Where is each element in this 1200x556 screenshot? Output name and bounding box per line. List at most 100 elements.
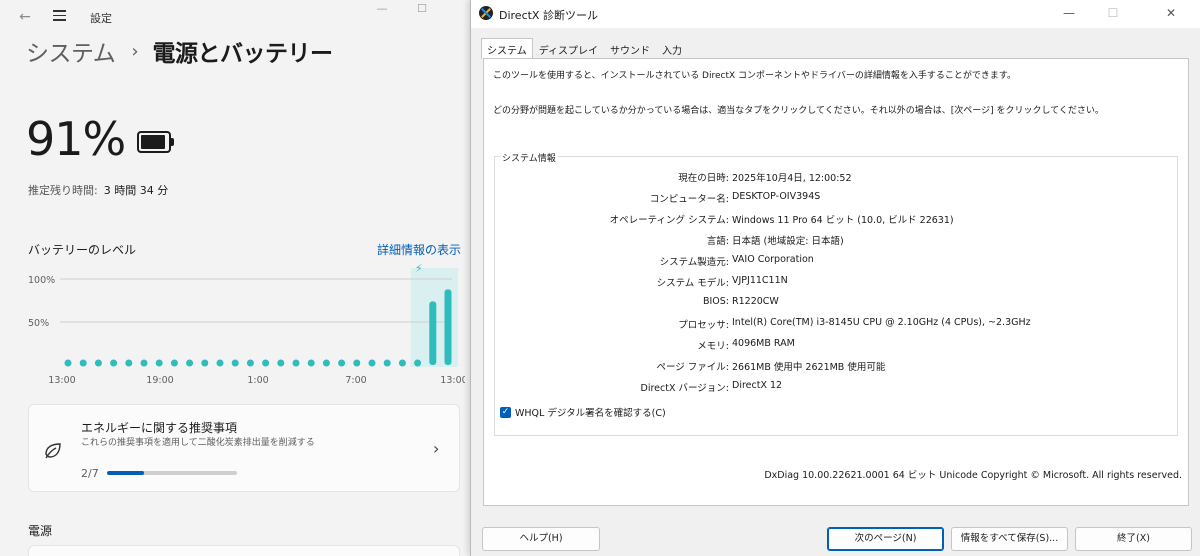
info-row-page-file: ページ ファイル: 2661MB 使用中 2621MB 使用可能 <box>495 359 1179 373</box>
settings-titlebar: ← 設定 — ☐ <box>0 0 470 34</box>
info-label: プロセッサ: <box>678 320 729 331</box>
y-tick-label: 100% <box>28 275 55 286</box>
directx-icon <box>479 6 493 20</box>
power-card[interactable] <box>28 545 460 556</box>
dx-maximize-icon: ☐ <box>1107 6 1119 20</box>
remaining-time: 推定残り時間: 3 時間 34 分 <box>28 182 168 198</box>
info-value: DESKTOP-OIV394S <box>732 191 821 202</box>
x-tick-label: 19:00 <box>146 375 173 386</box>
battery-dot <box>64 359 72 367</box>
battery-dot <box>186 359 194 367</box>
battery-percentage: 91% <box>26 112 126 166</box>
info-value: Intel(R) Core(TM) i3-8145U CPU @ 2.10GHz… <box>732 317 1031 328</box>
battery-dot <box>216 359 224 367</box>
recommend-subtitle: これらの推奨事項を適用して二酸化炭素排出量を削減する <box>81 438 315 448</box>
battery-dot <box>79 359 87 367</box>
info-row-bios: BIOS: R1220CW <box>495 296 1179 310</box>
recommend-progress-text: 2/7 <box>81 467 99 480</box>
info-row-os: オペレーティング システム: Windows 11 Pro 64 ビット (10.… <box>495 212 1179 226</box>
tab-system[interactable]: システム <box>481 38 533 59</box>
tab-display[interactable]: ディスプレイ <box>533 38 604 58</box>
maximize-icon[interactable]: ☐ <box>400 0 444 22</box>
info-row-processor: プロセッサ: Intel(R) Core(TM) i3-8145U CPU @ 2… <box>495 317 1179 331</box>
y-tick-label: 50% <box>28 318 49 329</box>
whql-checkbox[interactable]: ✓ <box>500 406 511 418</box>
breadcrumb-separator: › <box>131 40 139 62</box>
remaining-time-value: 3 時間 34 分 <box>103 184 169 197</box>
info-label: システム モデル: <box>656 278 729 289</box>
whql-checkbox-row[interactable]: ✓ WHQL デジタル署名を確認する(C) <box>500 405 666 419</box>
dxdiag-tabs: システム ディスプレイ サウンド 入力 <box>481 38 688 59</box>
info-value: R1220CW <box>732 296 779 307</box>
x-tick-label: 13:00 <box>440 375 465 386</box>
leaf-icon <box>45 443 61 459</box>
dxdiag-window: DirectX 診断ツール — ☐ ✕ システム ディスプレイ サウンド 入力 … <box>470 0 1200 556</box>
dx-minimize-icon[interactable]: — <box>1049 4 1089 24</box>
battery-bar <box>444 289 452 365</box>
battery-icon <box>137 131 174 153</box>
remaining-time-label: 推定残り時間: <box>28 184 98 197</box>
info-value: 4096MB RAM <box>732 338 795 349</box>
battery-dot <box>155 359 163 367</box>
dx-close-icon[interactable]: ✕ <box>1151 4 1191 24</box>
info-row-memory: メモリ: 4096MB RAM <box>495 338 1179 352</box>
battery-dot <box>231 359 239 367</box>
breadcrumb-parent[interactable]: システム <box>26 34 116 68</box>
hamburger-menu-icon[interactable] <box>50 7 70 27</box>
save-all-button[interactable]: 情報をすべて保存(S)... <box>951 527 1068 551</box>
next-page-button[interactable]: 次のページ(N) <box>827 527 944 551</box>
battery-dot <box>246 359 254 367</box>
info-label: 言語: <box>706 236 729 247</box>
battery-dot <box>201 359 209 367</box>
info-value: DirectX 12 <box>732 380 783 391</box>
back-arrow-icon[interactable]: ← <box>14 6 36 28</box>
x-tick-label: 7:00 <box>345 375 366 386</box>
intro-text-2: どの分野が問題を起こしているか分かっている場合は、適当なタブをクリックしてくださ… <box>493 106 1104 116</box>
dxdiag-titlebar: DirectX 診断ツール — ☐ ✕ <box>471 0 1200 28</box>
battery-dot <box>292 359 300 367</box>
battery-dot <box>277 359 285 367</box>
x-tick-label: 13:00 <box>48 375 75 386</box>
system-info-group: システム情報 現在の日時: 2025年10月4日, 12:00:52 コンピュータ… <box>494 151 1179 436</box>
info-label: コンピューター名: <box>649 194 729 205</box>
copyright-text: DxDiag 10.00.22621.0001 64 ビット Unicode C… <box>764 470 1182 481</box>
battery-dot <box>170 359 178 367</box>
info-value: 2661MB 使用中 2621MB 使用可能 <box>732 362 886 373</box>
recommend-title: エネルギーに関する推奨事項 <box>81 421 238 435</box>
battery-dot <box>383 359 391 367</box>
tab-sound[interactable]: サウンド <box>604 38 656 58</box>
battery-dot <box>262 359 270 367</box>
battery-bar <box>429 301 437 365</box>
system-tab-panel: このツールを使用すると、インストールされている DirectX コンポーネントや… <box>483 58 1189 506</box>
info-row-model: システム モデル: VJPJ11C11N <box>495 275 1179 289</box>
battery-dot <box>353 359 361 367</box>
battery-dot <box>94 359 102 367</box>
info-value: 日本語 (地域設定: 日本語) <box>732 236 844 247</box>
help-button[interactable]: ヘルプ(H) <box>482 527 600 551</box>
exit-button[interactable]: 終了(X) <box>1075 527 1192 551</box>
dxdiag-window-title: DirectX 診断ツール <box>499 9 598 22</box>
whql-label[interactable]: WHQL デジタル署名を確認する(C) <box>515 405 666 419</box>
info-label: ページ ファイル: <box>656 362 729 373</box>
intro-text-1: このツールを使用すると、インストールされている DirectX コンポーネントや… <box>493 71 1016 81</box>
info-row-computer-name: コンピューター名: DESKTOP-OIV394S <box>495 191 1179 205</box>
info-label: DirectX バージョン: <box>640 383 729 394</box>
settings-window-title: 設定 <box>90 12 112 25</box>
recommend-progress-fill <box>107 471 145 475</box>
battery-dot <box>398 359 406 367</box>
info-label: 現在の日時: <box>678 173 729 184</box>
battery-dot <box>110 359 118 367</box>
chevron-right-icon[interactable]: › <box>433 439 439 458</box>
battery-dot <box>368 359 376 367</box>
recommend-progress-bar <box>107 471 237 475</box>
energy-recommendations-card[interactable]: エネルギーに関する推奨事項 これらの推奨事項を適用して二酸化炭素排出量を削減する… <box>28 404 460 492</box>
settings-window: ← 設定 — ☐ システム › 電源とバッテリー 91% 推定残り時間: 3 時間… <box>0 0 470 556</box>
tab-input[interactable]: 入力 <box>656 38 688 58</box>
info-label: メモリ: <box>697 341 729 352</box>
info-row-directx-version: DirectX バージョン: DirectX 12 <box>495 380 1179 394</box>
minimize-icon[interactable]: — <box>360 0 404 22</box>
info-label: BIOS: <box>702 296 729 307</box>
battery-dot <box>322 359 330 367</box>
info-row-datetime: 現在の日時: 2025年10月4日, 12:00:52 <box>495 170 1179 184</box>
info-row-language: 言語: 日本語 (地域設定: 日本語) <box>495 233 1179 247</box>
